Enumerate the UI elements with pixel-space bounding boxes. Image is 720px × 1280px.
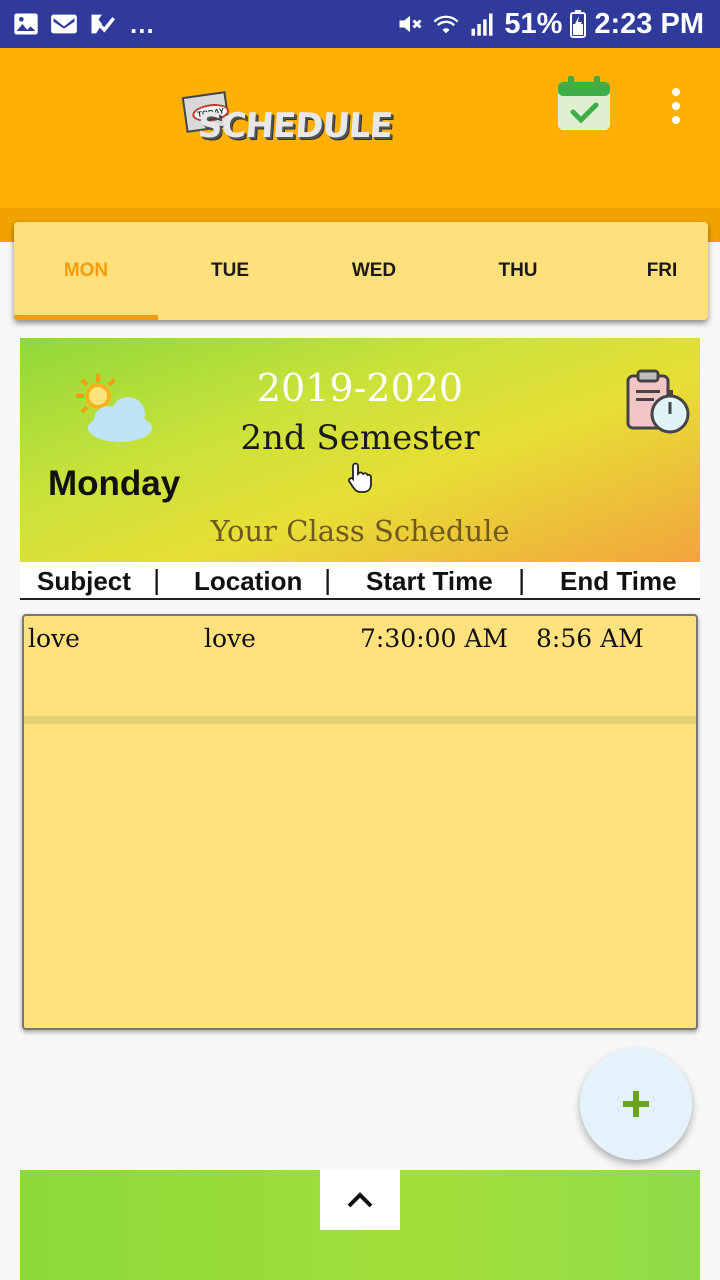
app-logo: TODAY SCHEDULE: [181, 90, 393, 160]
pointer-hand-icon: [348, 462, 372, 493]
battery-percent: 51%: [504, 7, 563, 40]
col-separator: |: [153, 564, 161, 595]
schedule-list: love love 7:30:00 AM 8:56 AM: [22, 614, 698, 1030]
calendar-check-icon[interactable]: [556, 76, 612, 132]
day-label: Monday: [48, 464, 181, 503]
list-item[interactable]: love love 7:30:00 AM 8:56 AM: [24, 616, 696, 716]
tab-fri[interactable]: FRI: [590, 222, 708, 320]
semester-label: 2nd Semester: [240, 418, 480, 458]
expand-panel-button[interactable]: [320, 1170, 400, 1230]
tab-indicator: [14, 315, 158, 320]
tab-wed[interactable]: WED: [302, 222, 446, 320]
col-separator: |: [518, 564, 526, 595]
mute-icon: [399, 15, 422, 33]
task-check-icon: [91, 14, 116, 34]
school-year: 2019-2020: [256, 366, 464, 410]
schedule-subtitle: Your Class Schedule: [210, 514, 510, 548]
col-start-time: Start Time: [366, 566, 493, 596]
tab-mon[interactable]: MON: [14, 222, 158, 320]
more-vert-icon[interactable]: [666, 86, 686, 126]
gallery-icon: [14, 13, 38, 35]
row-divider: [24, 716, 696, 724]
column-header: Subject | Location | Start Time | End Ti…: [20, 562, 700, 600]
clock: 2:23 PM: [594, 7, 704, 40]
battery-icon: [570, 10, 587, 38]
mail-icon: [51, 14, 77, 34]
add-class-button[interactable]: [580, 1048, 692, 1160]
plus-icon: [623, 1091, 649, 1117]
row-subject: love: [28, 624, 80, 653]
status-bar: ... 51% 2:23 PM: [0, 0, 720, 48]
chevron-up-icon: [347, 1192, 373, 1208]
logo-text: SCHEDULE: [196, 106, 394, 146]
col-separator: |: [324, 564, 332, 595]
col-location: Location: [194, 566, 303, 596]
app-bar: TODAY SCHEDULE: [0, 48, 720, 208]
wifi-icon: [433, 15, 459, 34]
col-end-time: End Time: [560, 566, 677, 596]
tab-tue[interactable]: TUE: [158, 222, 302, 320]
clipboard-timer-icon[interactable]: [624, 368, 694, 438]
row-start-time: 7:30:00 AM: [360, 624, 508, 653]
col-subject: Subject: [37, 566, 131, 596]
more-notifications: ...: [130, 8, 155, 39]
tab-thu[interactable]: THU: [446, 222, 590, 320]
signal-icon: [471, 13, 493, 36]
row-location: love: [204, 624, 256, 653]
day-tabs: MON TUE WED THU FRI: [14, 222, 708, 320]
schedule-header: Monday 2019-2020 2nd Semester Your Class…: [20, 338, 700, 562]
row-end-time: 8:56 AM: [536, 624, 644, 653]
